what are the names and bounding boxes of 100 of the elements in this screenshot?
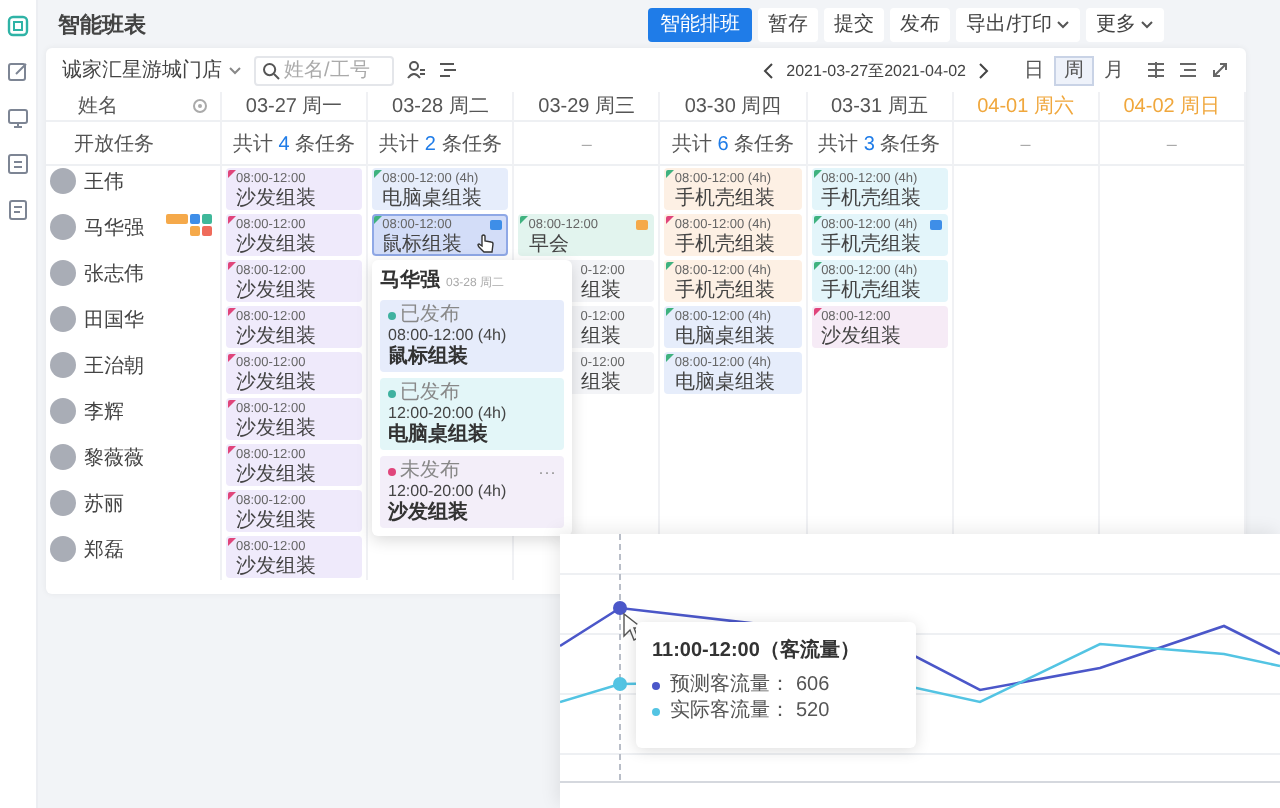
avatar-icon [50,168,76,194]
tooltip-title: 11:00-12:00（客流量） [652,636,862,664]
shift-task: 电脑桌组装 [674,326,775,346]
series-value: 520 [796,698,830,724]
status-label: 未发布 [400,460,460,482]
avatar-icon [50,352,76,378]
shift-task: 沙发组装 [236,280,316,300]
shift-time: 08:00-12:00 (4h) [388,326,509,345]
series-label: 预测客流量： [670,672,790,698]
shift-task: 沙发组装 [236,418,316,438]
column-header: 03-30 周四 [684,94,782,120]
shift-task: 早会 [528,234,569,254]
shift-task: 沙发组装 [236,372,316,392]
view-tab[interactable]: 周 [1054,55,1094,85]
employee-name[interactable]: 郑磊 [84,536,124,578]
previous-icon[interactable] [762,61,775,79]
shift-card[interactable]: 未发布 ··· 12:00-20:00 (4h) 沙发组装 [380,456,564,528]
caret-icon [1056,19,1070,29]
row-label: 开放任务 [74,131,154,157]
avatar-icon [50,490,76,516]
employee-name[interactable]: 王治朝 [84,352,144,394]
employee-name[interactable]: 李辉 [84,398,124,440]
shift-task: 组装 [580,326,621,346]
shift-task: 手机壳组装 [674,280,775,300]
grid-view-icon[interactable] [1146,60,1166,80]
document-icon[interactable] [6,198,30,222]
people-filter-icon[interactable] [406,60,426,80]
auto-schedule-button[interactable]: 智能排班 [648,7,753,41]
shift-task: 沙发组装 [236,234,316,254]
shift-task: 电脑桌组装 [382,188,483,208]
store-select[interactable]: 诚家汇星游城门店 [62,56,242,84]
expand-icon[interactable] [1210,60,1230,80]
shift-task: 手机壳组装 [821,188,922,208]
empty-mark: – [1166,133,1177,153]
avatar-icon [50,444,76,470]
data-point [613,601,627,615]
employee-name[interactable]: 张志伟 [84,260,144,302]
caret-icon [1140,19,1154,29]
shift-task: 鼠标组装 [382,234,463,254]
shift-task: 电脑桌组装 [674,372,775,392]
shift-task: 沙发组装 [236,326,316,346]
action-button[interactable]: 提交 [824,7,885,41]
search-icon [262,61,280,79]
settings-icon[interactable] [192,98,208,114]
task-count[interactable]: 共计 3 条任务 [818,129,941,157]
empty-mark: – [1020,133,1031,153]
column-header: 04-02 周日 [1123,94,1221,120]
employee-name: 马华强 [380,267,440,294]
shift-task: 电脑桌组装 [388,424,490,446]
action-button[interactable]: 暂存 [758,7,819,41]
column-header: 04-01 周六 [977,93,1074,120]
shift-task: 组装 [580,372,621,392]
shift-task: 沙发组装 [821,326,902,346]
page-title: 智能班表 [56,11,146,39]
shift-task: 沙发组装 [236,556,316,576]
shift-time: 12:00-20:00 (4h) [388,482,509,501]
shift-task: 手机壳组装 [674,188,775,208]
column-header: 03-31 周五 [830,94,928,120]
calendar-icon[interactable] [6,14,30,38]
dropdown-button[interactable]: 更多 [1086,7,1164,41]
action-button[interactable]: 发布 [890,7,951,41]
shift-task: 沙发组装 [236,510,316,530]
task-count[interactable]: 共计 6 条任务 [671,129,795,157]
task-count[interactable]: 共计 4 条任务 [233,129,356,157]
edit-icon[interactable] [6,60,30,84]
sort-icon[interactable] [438,60,458,80]
shift-task: 手机壳组装 [674,234,775,254]
avatar-icon [50,398,76,424]
employee-name[interactable]: 黎薇薇 [84,444,144,486]
avatar-icon [50,260,76,286]
status-label: 已发布 [400,382,460,404]
next-icon[interactable] [978,61,990,79]
board-icon[interactable] [6,152,30,176]
column-header: 姓名 [78,94,118,120]
data-point [613,677,627,691]
monitor-icon[interactable] [6,106,30,130]
avatar-icon [50,306,76,332]
series-value: 606 [796,672,830,698]
status-label: 已发布 [400,304,460,326]
avatar-icon [50,214,76,240]
column-header: 03-29 周三 [538,94,636,120]
shift-task: 组装 [580,280,621,300]
list-view-icon[interactable] [1178,60,1198,80]
search-field[interactable]: 姓名/工号 [254,55,394,85]
shift-task: 手机壳组装 [821,234,922,254]
employee-name[interactable]: 马华强 [84,214,144,256]
hand-cursor-icon [476,234,495,254]
caret-icon [228,65,242,75]
employee-name[interactable]: 王伟 [84,168,124,210]
task-count[interactable]: 共计 2 条任务 [379,129,502,157]
dropdown-button[interactable]: 导出/打印 [956,7,1080,41]
shift-card[interactable]: 已发布 12:00-20:00 (4h) 电脑桌组装 [380,378,564,450]
employee-name[interactable]: 田国华 [84,306,144,348]
date-range: 2021-03-27至2021-04-02 [786,59,966,81]
shift-time: 12:00-20:00 (4h) [388,404,509,422]
series-label: 实际客流量： [670,698,790,724]
employee-name[interactable]: 苏丽 [84,490,124,532]
column-header: 03-28 周二 [392,94,489,120]
shift-task: 沙发组装 [236,464,316,484]
shift-card[interactable]: 已发布 08:00-12:00 (4h) 鼠标组装 [380,300,564,372]
